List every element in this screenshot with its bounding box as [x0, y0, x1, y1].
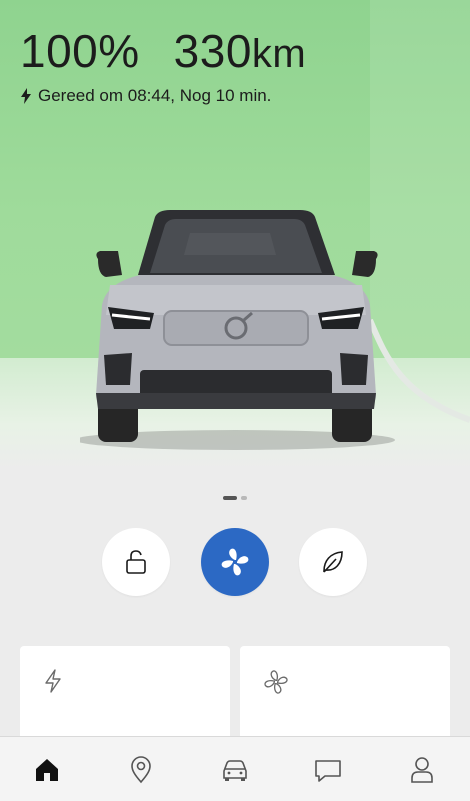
fan-icon — [221, 548, 249, 576]
battery-range-readout: 100% 330km — [20, 24, 306, 78]
chat-icon — [315, 760, 341, 782]
range-unit: km — [251, 32, 307, 76]
eco-button[interactable] — [299, 528, 367, 596]
car-image — [80, 210, 470, 450]
bolt-icon — [21, 88, 31, 104]
charge-status: Gereed om 08:44, Nog 10 min. — [20, 86, 271, 106]
location-pin-icon — [131, 756, 151, 784]
nav-messages[interactable] — [313, 755, 343, 785]
charge-message: Gereed om 08:44, Nog 10 min. — [38, 86, 272, 105]
nav-home[interactable] — [32, 755, 62, 785]
lock-button[interactable] — [102, 528, 170, 596]
car-icon — [223, 760, 247, 781]
nav-map[interactable] — [126, 755, 156, 785]
carousel-indicator — [0, 496, 470, 500]
user-icon — [411, 757, 433, 783]
home-icon — [36, 759, 58, 781]
leaf-icon — [323, 551, 343, 573]
carousel-dot-active[interactable] — [223, 496, 237, 500]
range-value: 330 — [173, 25, 252, 77]
bolt-icon — [45, 669, 61, 693]
hero-section: 100% 330km Gereed om 08:44, Nog 10 min. — [0, 0, 470, 470]
lock-icon — [126, 550, 146, 574]
battery-percent: 100% — [20, 25, 140, 77]
climate-button[interactable] — [201, 528, 269, 596]
bottom-navigation — [0, 736, 470, 801]
carousel-dot[interactable] — [241, 496, 247, 500]
nav-car[interactable] — [220, 755, 250, 785]
fan-icon — [264, 670, 288, 694]
nav-profile[interactable] — [407, 755, 437, 785]
